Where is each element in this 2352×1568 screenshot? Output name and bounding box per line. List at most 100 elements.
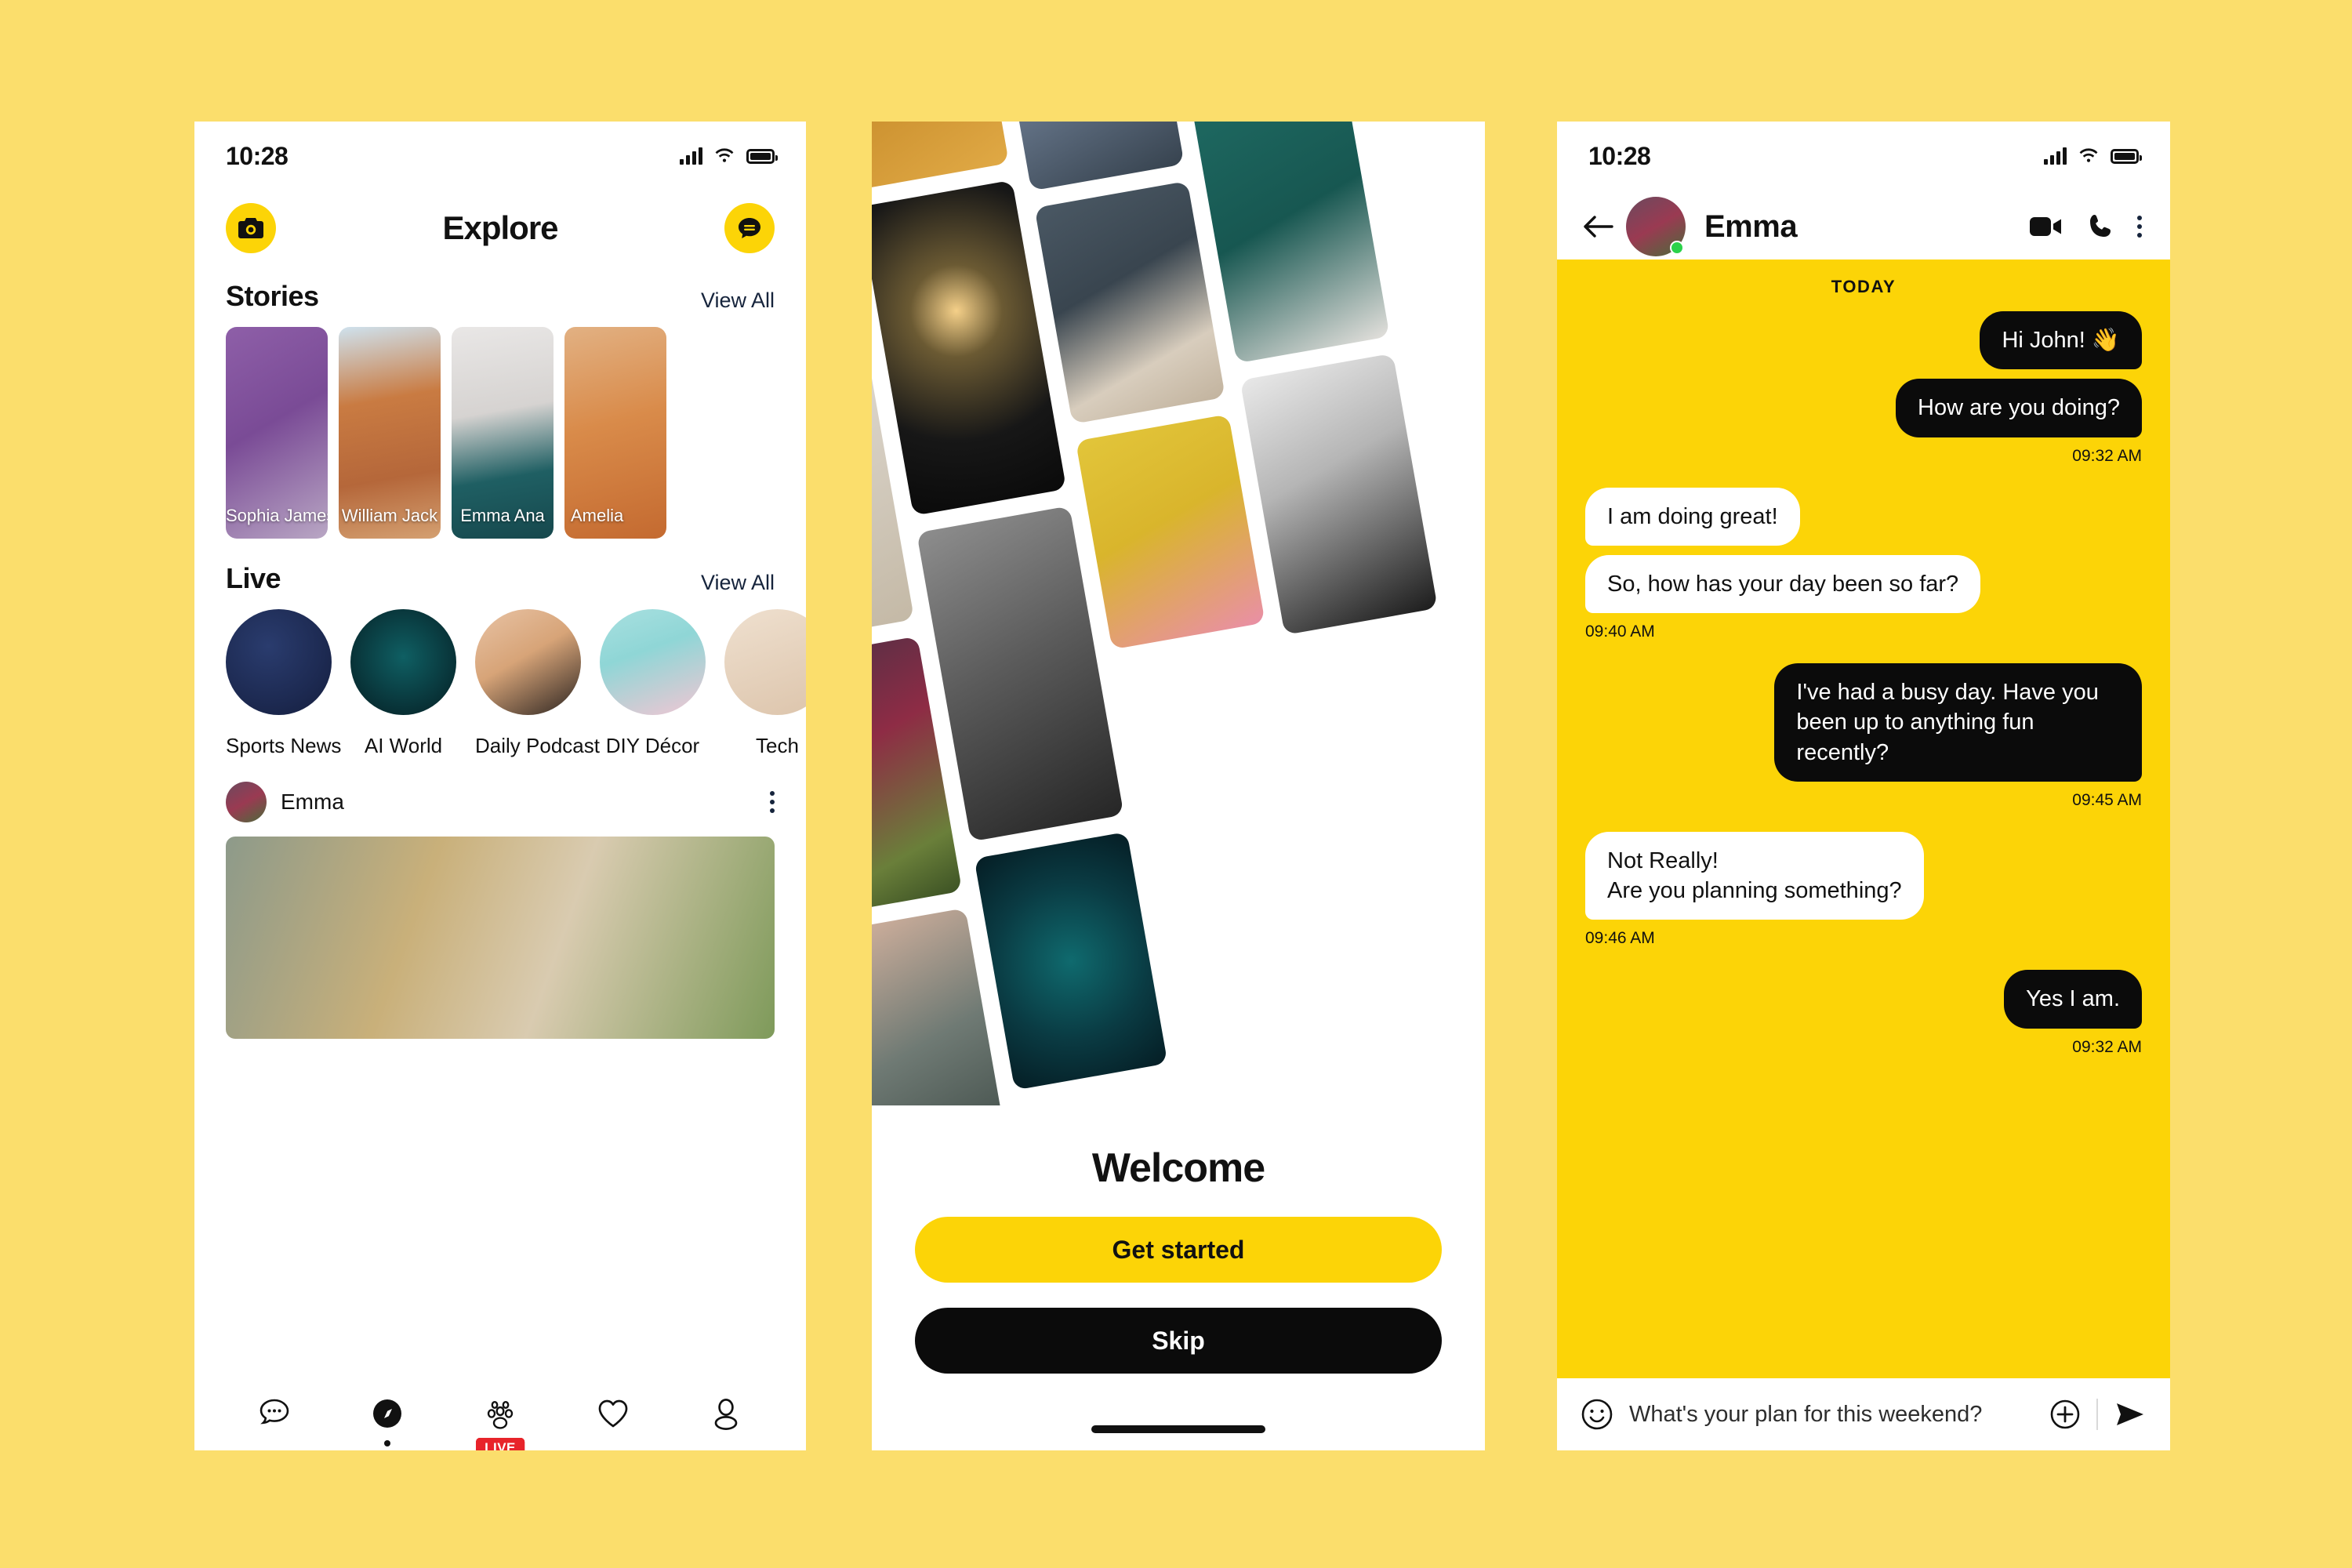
status-time: 10:28 — [226, 141, 289, 170]
camera-button[interactable] — [226, 203, 276, 253]
status-bar: 10:28 — [194, 122, 806, 180]
phone-call-icon[interactable] — [2087, 213, 2114, 240]
tab-profile[interactable] — [702, 1390, 750, 1437]
live-name: Sports News — [226, 734, 342, 757]
wifi-icon — [2079, 148, 2098, 162]
home-indicator[interactable] — [1091, 1425, 1265, 1433]
signal-bars-icon — [680, 147, 702, 165]
live-item[interactable]: LIVE DIY Décor — [476, 609, 706, 1450]
stories-title: Stories — [226, 280, 319, 312]
live-name: Daily Podcast — [475, 734, 600, 757]
active-tab-indicator — [384, 1440, 390, 1446]
tab-chat[interactable] — [251, 1390, 298, 1437]
message-timestamp: 09:32 AM — [2072, 446, 2142, 465]
chat-bubble: Hi John! 👋 — [1980, 311, 2142, 370]
live-name: Tech — [756, 734, 799, 757]
profile-icon — [714, 1399, 738, 1430]
send-icon[interactable] — [2114, 1400, 2147, 1428]
message-icon — [739, 218, 760, 238]
welcome-panel: Welcome Get started Skip — [872, 1105, 1485, 1450]
story-name: Sophia James — [226, 506, 328, 525]
signal-bars-icon — [2044, 147, 2067, 165]
explore-header: Explore — [194, 180, 806, 253]
story-card[interactable]: Sophia James — [226, 327, 328, 539]
screenshot-stage: 10:28 Explore Stories View All Sophia Ja… — [0, 0, 2352, 1568]
skip-button[interactable]: Skip — [915, 1308, 1442, 1374]
collage-photo — [1034, 180, 1226, 424]
chat-header: Emma — [1557, 180, 2170, 260]
kebab-menu-icon[interactable] — [770, 791, 775, 813]
message-input[interactable]: What's your plan for this weekend? — [1629, 1402, 2034, 1428]
get-started-button[interactable]: Get started — [915, 1217, 1442, 1283]
live-thumbnail — [600, 609, 706, 715]
message-row: So, how has your day been so far? — [1585, 554, 2142, 614]
live-list[interactable]: LIVE Sports News LIVE AI World LIVE Dail… — [194, 595, 806, 1450]
collage-photo — [916, 506, 1124, 842]
avatar[interactable] — [226, 782, 267, 822]
stories-view-all[interactable]: View All — [701, 289, 775, 313]
messages-button[interactable] — [724, 203, 775, 253]
message-timestamp: 09:46 AM — [1585, 929, 1655, 948]
chat-day-label: TODAY — [1831, 277, 1896, 296]
plus-circle-icon[interactable] — [2049, 1399, 2081, 1430]
message-timestamp: 09:32 AM — [2072, 1037, 2142, 1056]
collage-photo — [997, 122, 1185, 191]
live-title: Live — [226, 562, 281, 594]
stories-list[interactable]: Sophia James William Jack Emma Ana Ameli… — [194, 313, 806, 539]
chat-bubble: Yes I am. — [2004, 970, 2142, 1029]
tab-likes[interactable] — [590, 1390, 637, 1437]
chat-input-bar[interactable]: What's your plan for this weekend? — [1557, 1378, 2170, 1450]
tab-explore[interactable] — [364, 1390, 411, 1446]
collage-photo — [872, 122, 1009, 191]
collage-grid — [872, 122, 1485, 1105]
story-card[interactable]: Emma Ana — [452, 327, 554, 539]
post-header: Emma — [194, 758, 806, 822]
chat-actions — [2029, 213, 2142, 240]
photo-collage — [872, 122, 1485, 1105]
phone-chat-screen: 10:28 Emma TODAY Hi John! 👋 How are you … — [1557, 122, 2170, 1450]
chat-bubble-icon — [260, 1399, 289, 1425]
live-item[interactable]: Tech — [724, 609, 806, 758]
input-divider — [2096, 1399, 2098, 1430]
story-card[interactable]: Amelia — [564, 327, 666, 539]
chat-bubble: I am doing great! — [1585, 487, 1800, 546]
story-card[interactable]: William Jack — [339, 327, 441, 539]
emoji-smiley-icon[interactable] — [1581, 1398, 1613, 1431]
camera-icon — [238, 218, 263, 238]
live-thumbnail — [724, 609, 806, 715]
story-name: William Jack — [341, 506, 438, 525]
stories-section-header: Stories View All — [194, 253, 806, 313]
message-row: Not Really! Are you planning something? — [1585, 831, 2142, 920]
page-title: Explore — [442, 209, 558, 246]
video-call-icon[interactable] — [2029, 215, 2063, 238]
chat-bubble: So, how has your day been so far? — [1585, 554, 1981, 614]
chat-bubble: How are you doing? — [1896, 379, 2142, 437]
collage-photo — [1075, 414, 1265, 650]
live-item[interactable]: LIVE Sports News — [226, 609, 524, 1450]
back-button[interactable] — [1581, 209, 1617, 245]
message-row: Hi John! 👋 — [1585, 311, 2142, 370]
collage-photo — [974, 831, 1168, 1091]
live-item[interactable]: LIVE AI World — [350, 609, 524, 1450]
live-section-header: Live View All — [194, 539, 806, 595]
status-bar: 10:28 — [1557, 122, 2170, 180]
contact-name: Emma — [1704, 209, 1798, 244]
status-time: 10:28 — [1588, 141, 1651, 170]
kebab-menu-icon[interactable] — [2137, 216, 2142, 238]
live-name: AI World — [364, 734, 443, 757]
contact-avatar[interactable] — [1626, 197, 1686, 256]
paw-icon — [487, 1400, 514, 1429]
live-item[interactable]: LIVE Daily Podcast — [475, 609, 600, 1450]
compass-icon — [373, 1399, 401, 1428]
live-view-all[interactable]: View All — [701, 571, 775, 595]
message-row: I've had a busy day. Have you been up to… — [1585, 663, 2142, 782]
welcome-title: Welcome — [1091, 1145, 1265, 1191]
wifi-icon — [715, 148, 734, 162]
chat-message-list[interactable]: TODAY Hi John! 👋 How are you doing? 09:3… — [1557, 260, 2170, 1378]
tab-paw[interactable] — [477, 1390, 524, 1437]
collage-photo — [872, 180, 1067, 516]
message-timestamp: 09:45 AM — [2072, 790, 2142, 809]
back-arrow-icon — [1584, 216, 1613, 238]
post-image[interactable] — [226, 837, 775, 1039]
live-name: DIY Décor — [605, 734, 700, 757]
